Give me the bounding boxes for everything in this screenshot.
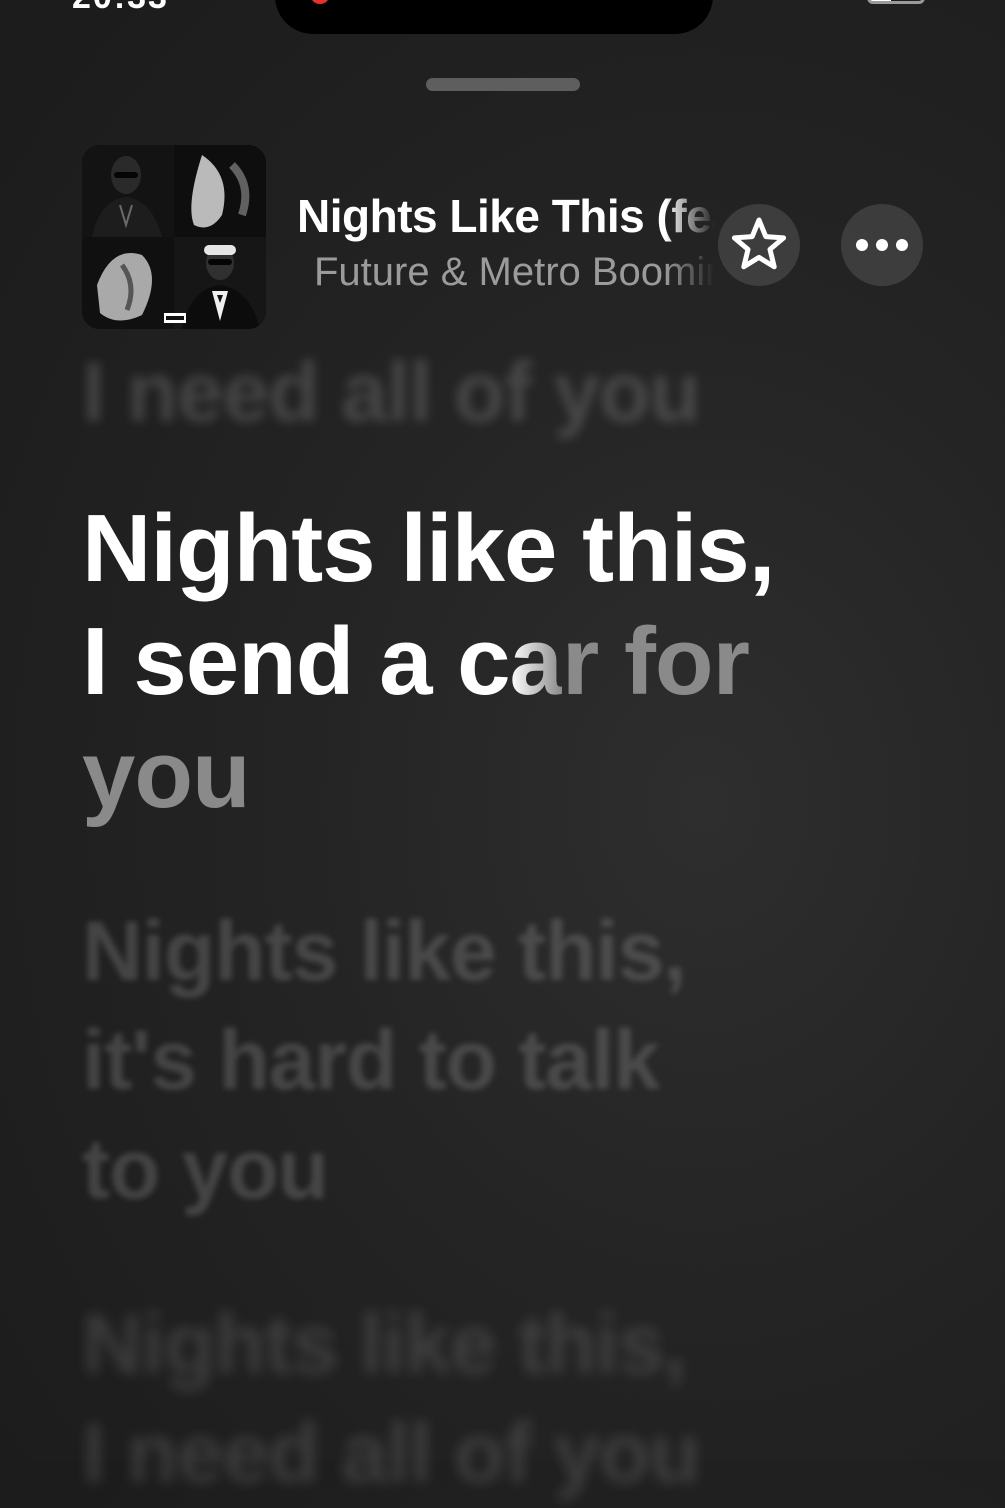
lyric-text: Nights like this, bbox=[82, 1297, 687, 1391]
lyric-text-unsung: r for bbox=[561, 608, 750, 715]
lyric-line-upcoming[interactable]: Nights like this, I need all of you bbox=[82, 1290, 842, 1508]
more-options-button[interactable] bbox=[841, 204, 923, 286]
battery-icon bbox=[867, 0, 925, 4]
lyric-text: I need all of you bbox=[82, 1406, 701, 1500]
lyric-text: Nights like this, bbox=[82, 904, 687, 998]
dynamic-island bbox=[275, 0, 713, 34]
favorite-button[interactable] bbox=[718, 204, 800, 286]
lyric-text-sung: I send a c bbox=[82, 608, 511, 715]
track-info[interactable]: Nights Like This (feat. The Weeknd) Futu… bbox=[297, 186, 715, 298]
lyric-line-next[interactable]: Nights like this, it's hard to talk to y… bbox=[82, 897, 842, 1224]
status-icons bbox=[775, 0, 925, 4]
sheet-grabber-handle[interactable] bbox=[426, 78, 580, 91]
lyric-text: it's hard to talk bbox=[82, 1013, 660, 1107]
lyric-text: to you bbox=[82, 1122, 329, 1216]
lyric-text-unsung: you bbox=[82, 721, 251, 828]
star-icon bbox=[731, 217, 787, 270]
track-title: Nights Like This (feat. The Weeknd) bbox=[297, 190, 715, 242]
lyric-line-active[interactable]: Nights like this, I send a car for you bbox=[82, 492, 842, 831]
lyric-text: Nights like this, bbox=[82, 495, 775, 602]
status-time: 20:33 bbox=[72, 0, 169, 17]
album-artwork[interactable] bbox=[82, 145, 266, 329]
album-artwork-image bbox=[82, 145, 266, 329]
lyric-text-progress: a bbox=[509, 608, 563, 715]
lyric-line-previous[interactable]: I need all of you bbox=[82, 345, 842, 439]
track-artist: Future & Metro Boomin bbox=[314, 250, 715, 294]
lyric-text: I need all of you bbox=[82, 345, 701, 439]
ellipsis-icon bbox=[856, 239, 908, 251]
